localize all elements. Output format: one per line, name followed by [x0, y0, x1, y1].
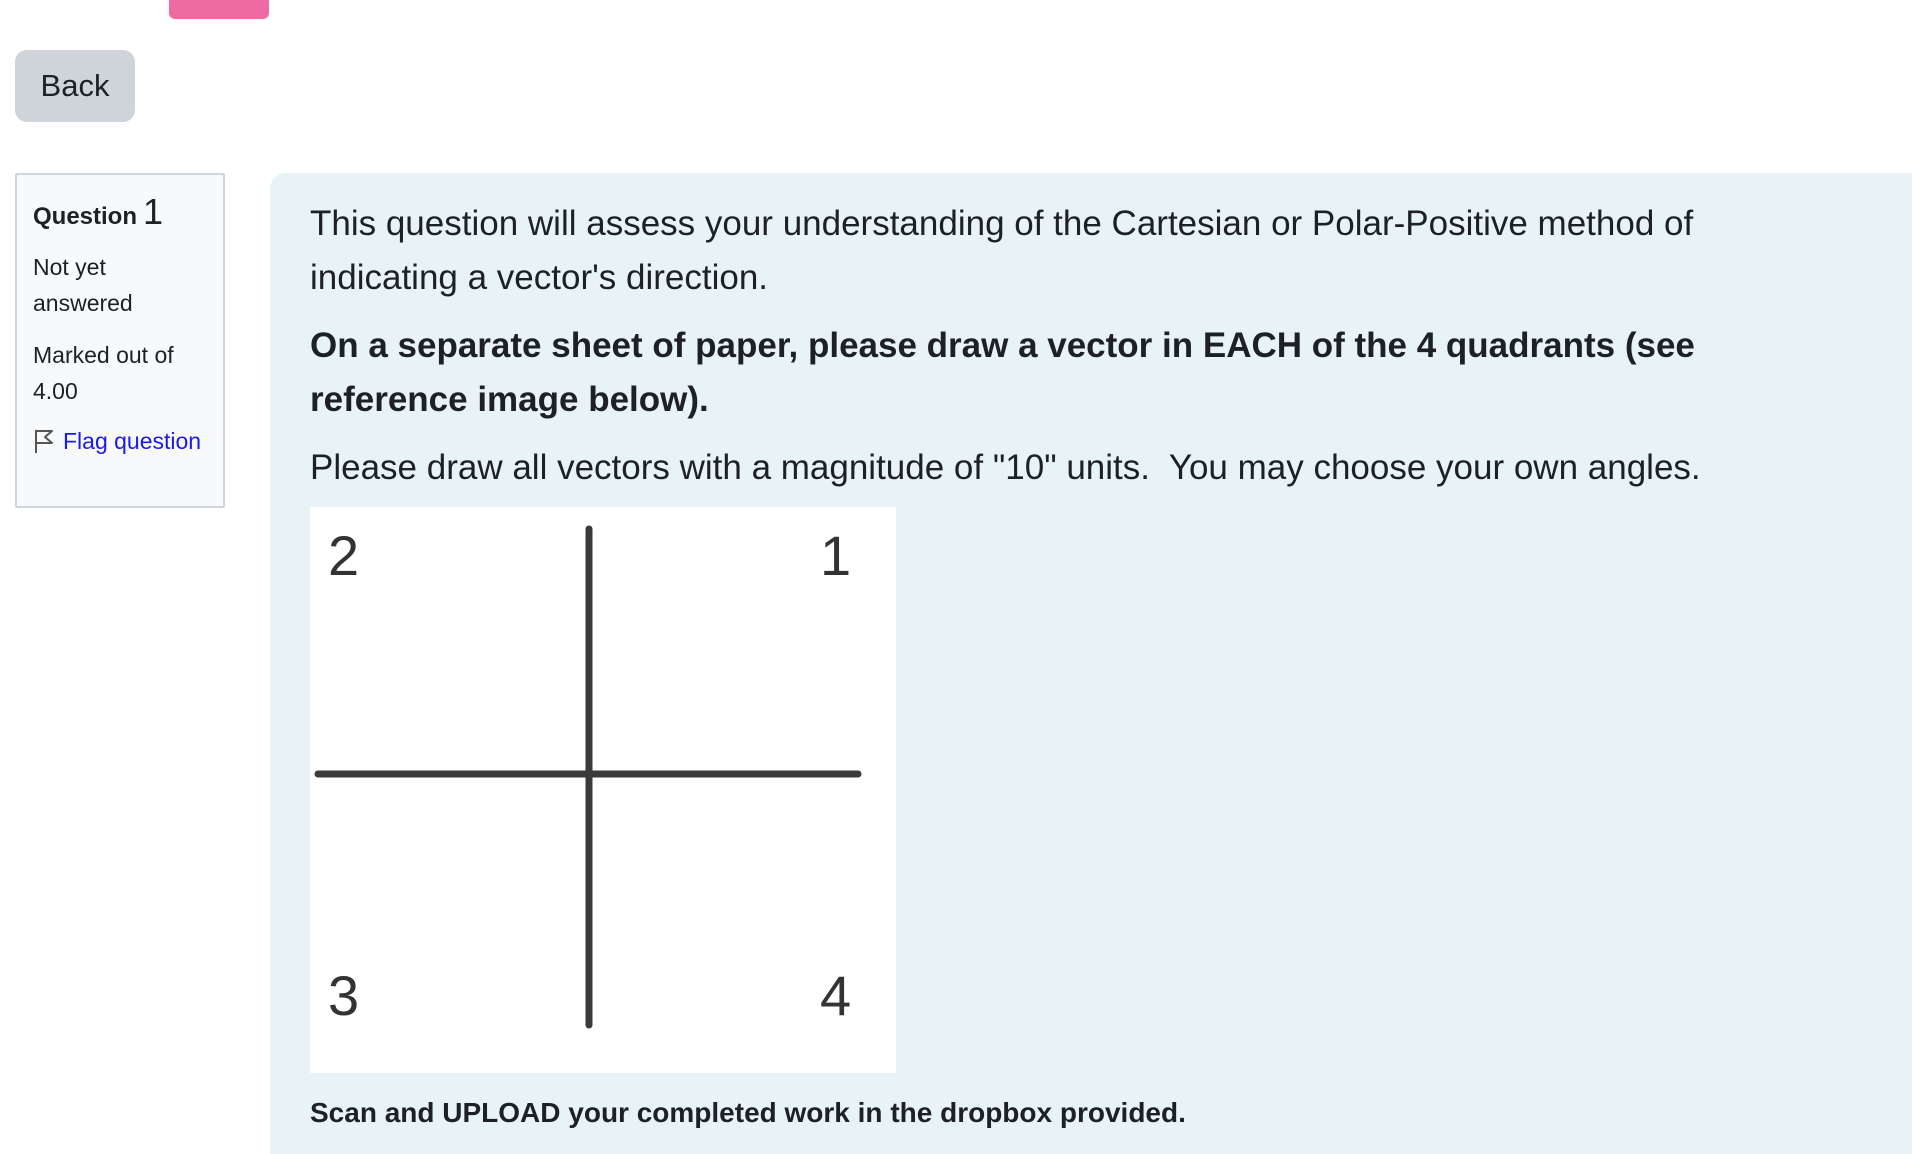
flag-icon — [33, 428, 55, 454]
back-button[interactable]: Back — [15, 50, 135, 122]
quadrant-label-2: 2 — [328, 524, 359, 587]
question-grade: Marked out of 4.00 — [33, 342, 174, 404]
question-info-panel: Question 1 Not yet answered Marked out o… — [15, 173, 225, 508]
page: Back Question 1 Not yet answered Marked … — [0, 0, 1912, 1154]
quadrant-label-4: 4 — [820, 964, 851, 1027]
quadrant-label-1: 1 — [820, 524, 851, 587]
top-action-button[interactable] — [169, 0, 269, 19]
question-upload-note: Scan and UPLOAD your completed work in t… — [310, 1097, 1186, 1128]
question-instruction: On a separate sheet of paper, please dra… — [310, 326, 1695, 419]
question-number: 1 — [143, 191, 164, 232]
quadrant-reference-image: 2 1 3 4 — [310, 507, 896, 1073]
flag-question-link[interactable]: Flag question — [33, 423, 207, 459]
question-label: Question — [33, 203, 138, 230]
question-number-line: Question 1 — [33, 191, 207, 233]
question-magnitude-note: Please draw all vectors with a magnitude… — [310, 448, 1701, 487]
question-intro: This question will assess your understan… — [310, 204, 1694, 297]
flag-question-label: Flag question — [63, 428, 202, 454]
question-state: Not yet answered — [33, 254, 133, 316]
question-content: This question will assess your understan… — [270, 173, 1912, 1154]
quadrant-label-3: 3 — [328, 964, 359, 1027]
